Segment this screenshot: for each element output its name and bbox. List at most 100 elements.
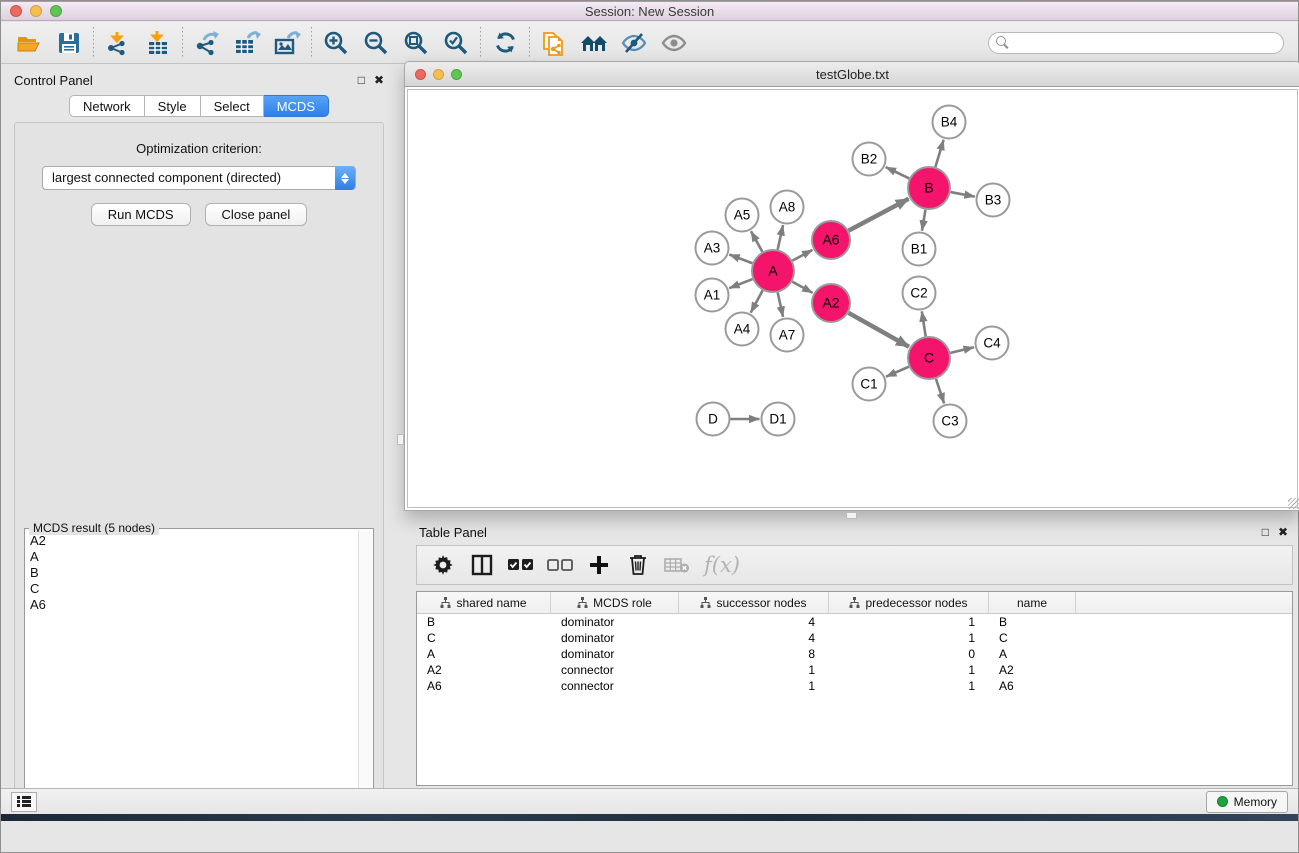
function-builder-button[interactable]: f(x) <box>700 550 744 580</box>
graph-edge-C-C3[interactable] <box>936 379 944 404</box>
refresh-button[interactable] <box>485 26 525 60</box>
task-history-button[interactable] <box>11 792 37 812</box>
table-row[interactable]: A6connector11A6 <box>417 678 1292 694</box>
export-image-button[interactable] <box>267 26 307 60</box>
tab-style[interactable]: Style <box>145 95 201 117</box>
graph-edge-C-C2[interactable] <box>922 311 926 336</box>
graph-edge-A-A7[interactable] <box>778 292 783 316</box>
tab-mcds[interactable]: MCDS <box>264 95 329 117</box>
hide-selected-button[interactable] <box>614 26 654 60</box>
graph-edge-A-A8[interactable] <box>778 225 783 249</box>
deselect-all-button[interactable] <box>544 550 576 580</box>
column-header[interactable]: MCDS role <box>551 592 679 613</box>
graph-node-C1[interactable]: C1 <box>853 368 886 401</box>
table-row[interactable]: Cdominator41C <box>417 630 1292 646</box>
table-row[interactable]: Bdominator41B <box>417 614 1292 630</box>
splitter-handle[interactable] <box>846 512 857 519</box>
save-session-button[interactable] <box>49 26 89 60</box>
export-table-button[interactable] <box>227 26 267 60</box>
graph-node-A6[interactable]: A6 <box>812 221 850 259</box>
graph-edge-A-A6[interactable] <box>792 250 812 261</box>
graph-node-A4[interactable]: A4 <box>726 313 759 346</box>
tab-select[interactable]: Select <box>201 95 264 117</box>
zoom-out-button[interactable] <box>356 26 396 60</box>
new-network-from-selection-button[interactable] <box>534 26 574 60</box>
graph-edge-A-A3[interactable] <box>729 255 752 264</box>
graph-node-B3[interactable]: B3 <box>977 184 1010 217</box>
network-canvas[interactable]: A A2 A6 B C A1 A3 A4 A5 A7 A8 B1 B2 B3 B4 C1 C2 C3 C4 D D1 <box>407 89 1298 508</box>
export-network-button[interactable] <box>187 26 227 60</box>
graph-edge-B-B3[interactable] <box>951 192 975 197</box>
delete-table-button[interactable] <box>661 550 693 580</box>
graph-node-A1[interactable]: A1 <box>696 279 729 312</box>
graph-node-D[interactable]: D <box>697 403 730 436</box>
graph-node-A5[interactable]: A5 <box>726 199 759 232</box>
show-all-button[interactable] <box>654 26 694 60</box>
toggle-columns-button[interactable] <box>466 550 498 580</box>
open-session-button[interactable] <box>9 26 49 60</box>
graph-node-A8[interactable]: A8 <box>771 191 804 224</box>
table-cell: 8 <box>679 646 829 662</box>
import-network-button[interactable] <box>98 26 138 60</box>
result-item[interactable]: B <box>30 565 357 581</box>
graph-edge-B-B1[interactable] <box>922 210 925 231</box>
result-item[interactable]: A2 <box>30 533 357 549</box>
graph-edge-A6-B[interactable] <box>849 199 909 231</box>
result-item[interactable]: A <box>30 549 357 565</box>
graph-node-B4[interactable]: B4 <box>933 106 966 139</box>
zoom-selected-button[interactable] <box>436 26 476 60</box>
float-panel-icon[interactable]: □ <box>358 74 365 86</box>
result-scrollbar[interactable] <box>358 530 372 792</box>
column-header[interactable]: shared name <box>417 592 551 613</box>
graph-edge-B-B2[interactable] <box>886 167 910 178</box>
splitter-handle[interactable] <box>397 434 404 445</box>
graph-node-B[interactable]: B <box>908 167 950 209</box>
column-header[interactable]: successor nodes <box>679 592 829 613</box>
import-table-button[interactable] <box>138 26 178 60</box>
graph-node-A2[interactable]: A2 <box>812 284 850 322</box>
resize-grip-icon[interactable] <box>1288 498 1299 509</box>
search-input[interactable] <box>988 32 1284 54</box>
graph-edge-B-B4[interactable] <box>935 140 943 167</box>
graph-node-C2[interactable]: C2 <box>903 277 936 310</box>
tab-network[interactable]: Network <box>69 95 145 117</box>
first-neighbors-button[interactable] <box>574 26 614 60</box>
delete-column-button[interactable] <box>622 550 654 580</box>
graph-node-C4[interactable]: C4 <box>976 327 1009 360</box>
graph-node-B1[interactable]: B1 <box>903 233 936 266</box>
graph-edge-A2-C[interactable] <box>848 313 909 347</box>
column-header[interactable]: name <box>989 592 1076 613</box>
network-graph[interactable]: A A2 A6 B C A1 A3 A4 A5 A7 A8 B1 B2 B3 B4 C1 C2 C3 C4 D D1 <box>408 90 1298 508</box>
column-settings-button[interactable] <box>427 550 459 580</box>
graph-node-B2[interactable]: B2 <box>853 143 886 176</box>
graph-edge-A-A1[interactable] <box>729 279 752 288</box>
add-column-button[interactable] <box>583 550 615 580</box>
graph-node-C[interactable]: C <box>908 337 950 379</box>
graph-edge-C-C4[interactable] <box>950 347 974 353</box>
graph-edge-A-A4[interactable] <box>751 290 763 312</box>
graph-edge-A-A5[interactable] <box>751 231 762 252</box>
close-panel-button[interactable]: Close panel <box>205 203 308 226</box>
select-all-button[interactable] <box>505 550 537 580</box>
table-row[interactable]: A2connector11A2 <box>417 662 1292 678</box>
network-window-titlebar[interactable]: testGlobe.txt <box>404 61 1299 87</box>
close-panel-icon[interactable]: ✖ <box>374 74 384 86</box>
result-item[interactable]: A6 <box>30 597 357 613</box>
column-header[interactable]: predecessor nodes <box>829 592 989 613</box>
graph-node-A[interactable]: A <box>752 250 794 292</box>
close-panel-icon[interactable]: ✖ <box>1278 526 1288 538</box>
graph-node-C3[interactable]: C3 <box>934 405 967 438</box>
graph-edge-A-A2[interactable] <box>792 282 812 293</box>
zoom-in-button[interactable] <box>316 26 356 60</box>
result-item[interactable]: C <box>30 581 357 597</box>
zoom-fit-button[interactable] <box>396 26 436 60</box>
graph-node-A3[interactable]: A3 <box>696 232 729 265</box>
graph-node-A7[interactable]: A7 <box>771 319 804 352</box>
float-panel-icon[interactable]: □ <box>1262 526 1269 538</box>
memory-button[interactable]: Memory <box>1206 791 1288 813</box>
optimization-criterion-select[interactable]: largest connected component (directed) <box>42 166 356 190</box>
table-row[interactable]: Adominator80A <box>417 646 1292 662</box>
graph-edge-C-C1[interactable] <box>886 367 909 377</box>
run-mcds-button[interactable]: Run MCDS <box>91 203 191 226</box>
graph-node-D1[interactable]: D1 <box>762 403 795 436</box>
